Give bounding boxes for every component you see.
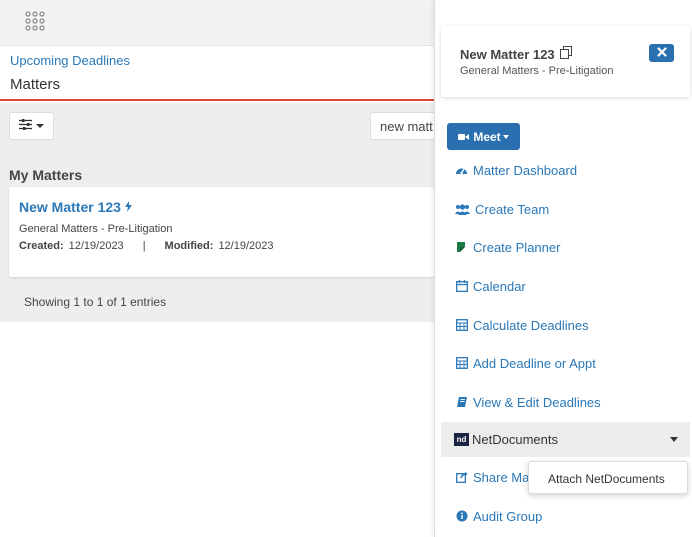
calculator-icon [455, 357, 468, 370]
menu-create-team[interactable]: Create Team [455, 199, 549, 219]
filter-button[interactable] [9, 112, 54, 140]
breadcrumb-link-upcoming-deadlines[interactable]: Upcoming Deadlines [10, 53, 130, 68]
planner-icon [455, 241, 468, 254]
sliders-icon [19, 117, 32, 135]
menu-item-label: View & Edit Deadlines [473, 394, 601, 410]
netdocuments-dropdown: Attach NetDocuments [528, 461, 688, 494]
modified-label: Modified: [164, 240, 214, 252]
share-icon [455, 471, 468, 484]
close-icon [656, 44, 667, 62]
calendar-icon [455, 280, 468, 293]
created-value: 12/19/2023 [68, 240, 124, 252]
calculator-icon [455, 319, 468, 332]
netdocuments-logo-icon: nd [454, 433, 469, 446]
menu-item-label: Create Planner [473, 239, 561, 255]
menu-item-label: Add Deadline or Appt [473, 355, 596, 371]
info-icon [455, 510, 468, 523]
menu-item-label: Calendar [473, 278, 526, 294]
meet-label: Meet [473, 129, 501, 144]
users-icon [455, 203, 470, 216]
panel-header: New Matter 123 General Matters - Pre-Lit… [441, 26, 690, 97]
matter-card-meta: Created: 12/19/2023 | Modified: 12/19/20… [19, 240, 274, 252]
dashboard-icon [455, 164, 468, 177]
panel-subtitle: General Matters - Pre-Litigation [460, 65, 614, 77]
menu-item-label: Matter Dashboard [473, 162, 578, 178]
menu-create-planner[interactable]: Create Planner [455, 237, 560, 257]
panel-title: New Matter 123 [460, 46, 572, 62]
matter-card: New Matter 123 General Matters - Pre-Lit… [9, 187, 434, 277]
menu-item-label: Create Team [475, 201, 550, 217]
page-title: Matters [10, 76, 61, 93]
menu-share-matter[interactable]: Share Ma [455, 467, 529, 487]
menu-view-edit-deadlines[interactable]: View & Edit Deadlines [455, 392, 601, 412]
matter-title-link[interactable]: New Matter 123 [19, 199, 121, 215]
menu-item-label: Audit Group [473, 508, 543, 524]
video-camera-icon [458, 130, 470, 144]
caret-down-icon [502, 134, 509, 139]
matter-card-subtitle: General Matters - Pre-Litigation [19, 223, 173, 235]
section-title: My Matters [9, 167, 83, 183]
caret-down-icon [36, 124, 44, 128]
main-content: new matt My Matters New Matter 123 Gener… [0, 103, 434, 322]
created-label: Created: [19, 240, 64, 252]
netdocuments-menu[interactable]: nd NetDocuments [441, 422, 690, 457]
menu-audit-group[interactable]: Audit Group [455, 506, 542, 526]
matter-card-title[interactable]: New Matter 123 [19, 199, 132, 215]
menu-calendar[interactable]: Calendar [455, 276, 526, 296]
matter-side-panel: New Matter 123 General Matters - Pre-Lit… [434, 0, 692, 537]
menu-item-label: Calculate Deadlines [473, 317, 589, 333]
copy-icon[interactable] [559, 46, 572, 62]
grid-dots-icon[interactable] [25, 11, 45, 31]
caret-down-icon[interactable] [670, 437, 678, 442]
menu-matter-dashboard[interactable]: Matter Dashboard [455, 160, 577, 180]
breadcrumb: Upcoming Deadlines Matters [0, 47, 434, 101]
bolt-icon [124, 199, 132, 215]
panel-title-text: New Matter 123 [460, 46, 555, 62]
book-icon [455, 396, 468, 409]
modified-value: 12/19/2023 [218, 240, 274, 252]
close-button[interactable] [649, 44, 674, 62]
menu-item-label: Share Ma [473, 469, 530, 485]
table-info: Showing 1 to 1 of 1 entries [24, 295, 167, 309]
menu-calculate-deadlines[interactable]: Calculate Deadlines [455, 315, 589, 335]
meta-separator: | [142, 240, 146, 252]
menu-add-deadline[interactable]: Add Deadline or Appt [455, 353, 596, 373]
dropdown-item-attach-netdocuments[interactable]: Attach NetDocuments [548, 472, 665, 486]
search-input[interactable]: new matt [370, 112, 434, 140]
meet-button[interactable]: Meet [447, 123, 520, 150]
top-bar [0, 0, 434, 46]
netdocuments-label: NetDocuments [472, 432, 558, 447]
